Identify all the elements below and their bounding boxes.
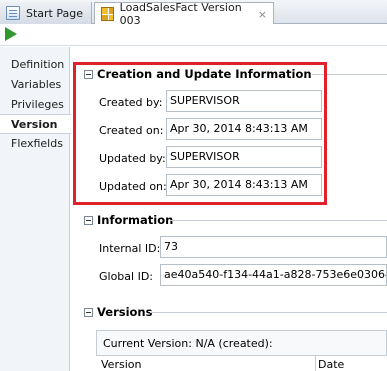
internal-id-label: Internal ID: (99, 242, 161, 255)
grid-icon (101, 7, 114, 21)
versions-section-header[interactable]: Versions (84, 304, 152, 320)
nav-item-definition[interactable]: Definition (0, 55, 70, 75)
column-header-version[interactable]: Version (101, 358, 141, 371)
close-icon[interactable]: × (258, 8, 267, 21)
global-id-field[interactable]: ae40a540-f134-44a1-a828-753e6e03064c (160, 264, 387, 286)
editor-tab-bar: Start Page LoadSalesFact Version 003 × (0, 0, 387, 27)
collapse-icon[interactable] (84, 215, 93, 225)
current-version-label: Current Version: N/A (created): (103, 337, 273, 350)
internal-id-field[interactable]: 73 (160, 236, 387, 258)
current-version-value: N/A (created): (195, 337, 273, 350)
tab-label: Start Page (26, 6, 83, 20)
divider (150, 312, 387, 313)
tab-start-page[interactable]: Start Page (0, 2, 92, 24)
nav-item-privileges[interactable]: Privileges (0, 95, 70, 115)
start-page-icon (6, 6, 20, 20)
section-title: Information (97, 213, 174, 227)
current-version-caption: Current Version: (103, 337, 192, 350)
nav-item-variables[interactable]: Variables (0, 75, 70, 95)
collapse-icon[interactable] (84, 307, 93, 317)
section-title: Versions (97, 305, 153, 319)
divider (170, 220, 387, 221)
nav-item-version[interactable]: Version (0, 114, 71, 134)
run-icon[interactable] (5, 27, 17, 41)
nav-item-flexfields[interactable]: Flexfields (0, 134, 70, 154)
information-section-header[interactable]: Information (84, 212, 173, 228)
tab-loadsalesfact[interactable]: LoadSalesFact Version 003 × (94, 1, 274, 27)
left-navigation: Definition Variables Privileges Version … (0, 47, 71, 371)
column-divider[interactable] (315, 355, 316, 371)
global-id-label: Global ID: (99, 270, 154, 283)
toolbar (0, 24, 387, 46)
highlight-box (73, 62, 327, 205)
column-header-date[interactable]: Date (318, 358, 344, 371)
